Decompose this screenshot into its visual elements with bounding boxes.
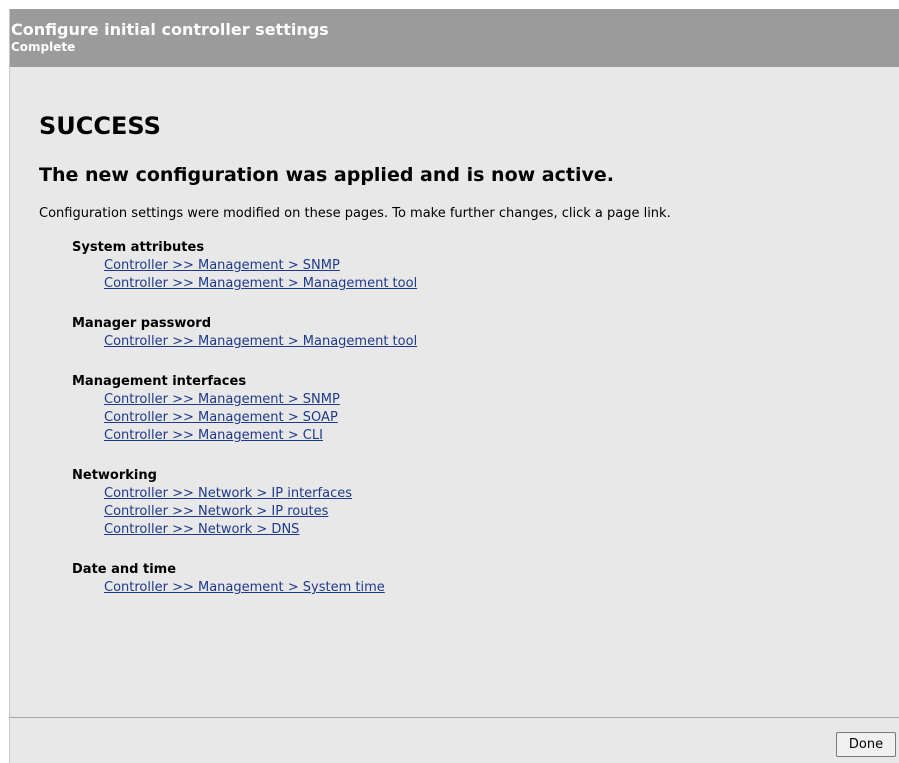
section-title: Date and time (72, 562, 177, 577)
wizard-header: Configure initial controller settings Co… (10, 9, 899, 67)
section-date-and-time: Date and time Controller >> Management >… (72, 561, 852, 597)
section-manager-password: Manager password Controller >> Managemen… (72, 315, 852, 351)
link-management-soap[interactable]: Controller >> Management > SOAP (104, 409, 852, 427)
done-button[interactable]: Done (836, 732, 896, 757)
wizard-title: Configure initial controller settings (11, 20, 329, 39)
wizard-content: SUCCESS The new configuration was applie… (10, 67, 899, 717)
intro-text: Configuration settings were modified on … (39, 206, 671, 221)
section-title: Management interfaces (72, 374, 247, 389)
link-management-cli[interactable]: Controller >> Management > CLI (104, 427, 852, 445)
wizard-step-label: Complete (11, 40, 76, 54)
section-system-attributes: System attributes Controller >> Manageme… (72, 239, 852, 293)
wizard-window: Configure initial controller settings Co… (9, 9, 899, 763)
section-title: Manager password (72, 316, 212, 331)
section-management-interfaces: Management interfaces Controller >> Mana… (72, 373, 852, 445)
link-management-tool[interactable]: Controller >> Management > Management to… (104, 333, 852, 351)
link-network-ip-routes[interactable]: Controller >> Network > IP routes (104, 503, 852, 521)
section-title: Networking (72, 468, 157, 483)
link-network-ip-interfaces[interactable]: Controller >> Network > IP interfaces (104, 485, 852, 503)
wizard-footer: Done (10, 717, 899, 763)
link-management-system-time[interactable]: Controller >> Management > System time (104, 579, 852, 597)
link-management-snmp[interactable]: Controller >> Management > SNMP (104, 391, 852, 409)
section-networking: Networking Controller >> Network > IP in… (72, 467, 852, 539)
status-message: The new configuration was applied and is… (39, 164, 614, 186)
link-management-snmp[interactable]: Controller >> Management > SNMP (104, 257, 852, 275)
section-title: System attributes (72, 240, 205, 255)
success-heading: SUCCESS (39, 112, 161, 140)
link-network-dns[interactable]: Controller >> Network > DNS (104, 521, 852, 539)
modified-pages-list: System attributes Controller >> Manageme… (72, 239, 852, 619)
link-management-tool[interactable]: Controller >> Management > Management to… (104, 275, 852, 293)
